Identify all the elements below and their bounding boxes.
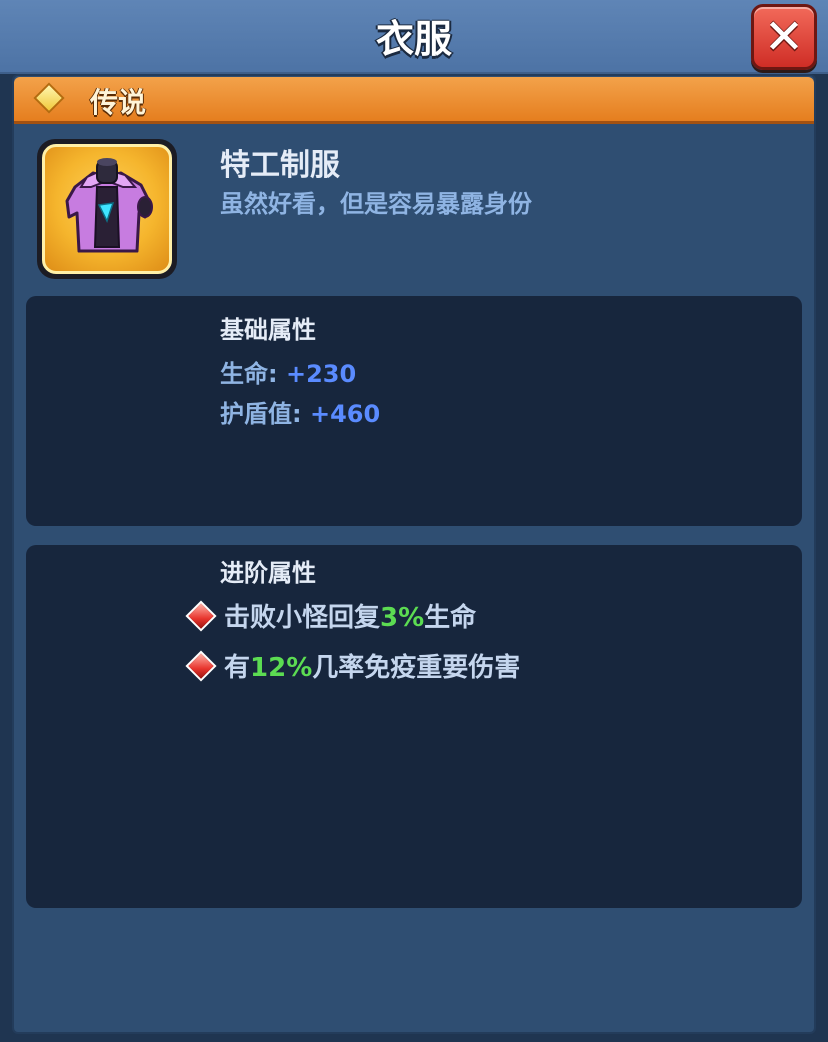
stat-highlight: 12% [250,653,313,683]
stat-value: +460 [309,400,381,428]
stat-text: 击败小怪回复 [224,603,381,633]
close-button[interactable]: ✕ [751,4,817,70]
red-gem-icon [188,653,214,679]
base-stats-title: 基础属性 [220,316,316,344]
rarity-label: 传说 [90,86,147,119]
stat-line-shield: 护盾值: +460 [220,394,380,429]
advanced-stat-line: 击败小怪回复3%生命 [186,597,476,634]
red-gem-icon [188,603,214,629]
stat-label: 护盾值: [220,400,310,428]
window-header: 衣服 [0,0,828,74]
stat-text: 生命 [424,603,477,633]
advanced-stats-title: 进阶属性 [220,559,316,587]
item-detail-panel: 衣服 ✕ 传说 特工制服 虽然好看，但是容易暴露身份 基础属性 生命: +230… [0,0,828,1042]
rarity-bar: 传说 [14,77,814,124]
stat-text: 几率免疫重要伤害 [312,653,521,683]
jacket-icon [42,144,172,274]
advanced-stat-line: 有12%几率免疫重要伤害 [186,647,520,684]
stat-highlight: 3% [380,603,425,633]
base-stats-box: 基础属性 生命: +230 护盾值: +460 [26,296,802,526]
window-title: 衣服 [375,17,452,61]
advanced-stats-box: 进阶属性 击败小怪回复3%生命 有12%几率免疫重要伤害 [26,545,802,908]
stat-text: 有 [224,653,251,683]
close-icon: ✕ [763,9,805,65]
stat-value: +230 [285,360,357,388]
item-name: 特工制服 [220,148,340,183]
stat-line-health: 生命: +230 [220,354,356,389]
item-description: 虽然好看，但是容易暴露身份 [220,190,532,218]
item-icon-frame [37,139,177,279]
diamond-icon [36,85,62,111]
stat-label: 生命: [220,360,286,388]
